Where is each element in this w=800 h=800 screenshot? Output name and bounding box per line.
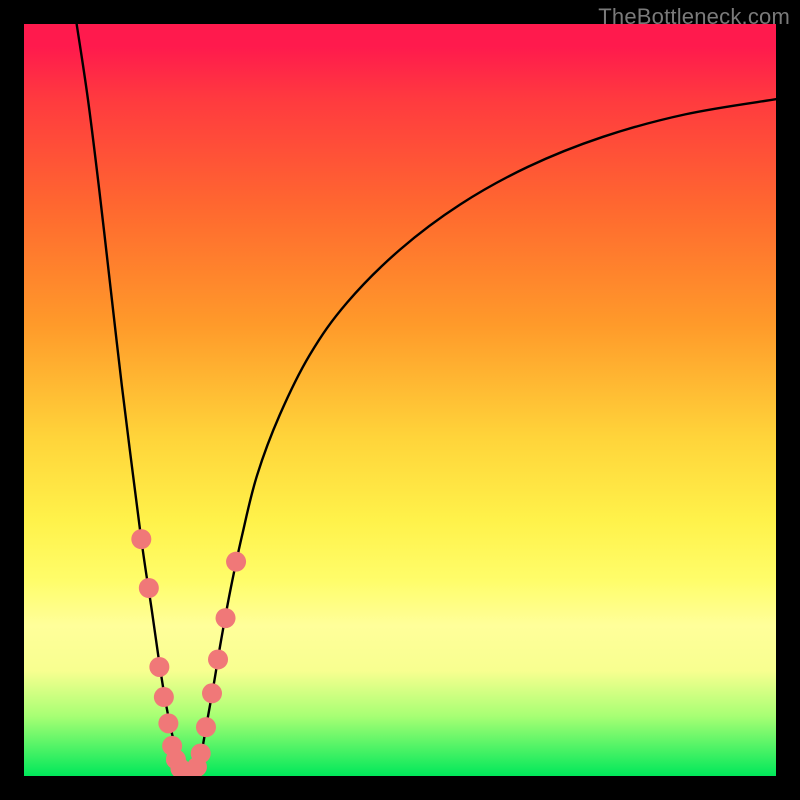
data-marker bbox=[196, 717, 216, 737]
data-marker bbox=[191, 743, 211, 763]
data-marker bbox=[149, 657, 169, 677]
curve-layer bbox=[24, 24, 776, 776]
plot-area bbox=[24, 24, 776, 776]
data-marker bbox=[202, 683, 222, 703]
data-marker bbox=[131, 529, 151, 549]
data-marker bbox=[139, 578, 159, 598]
data-marker bbox=[226, 552, 246, 572]
chart-frame: TheBottleneck.com bbox=[0, 0, 800, 800]
data-marker bbox=[216, 608, 236, 628]
watermark-text: TheBottleneck.com bbox=[598, 4, 790, 30]
data-marker bbox=[154, 687, 174, 707]
data-marker bbox=[158, 713, 178, 733]
data-marker bbox=[208, 649, 228, 669]
right-curve bbox=[197, 99, 776, 776]
